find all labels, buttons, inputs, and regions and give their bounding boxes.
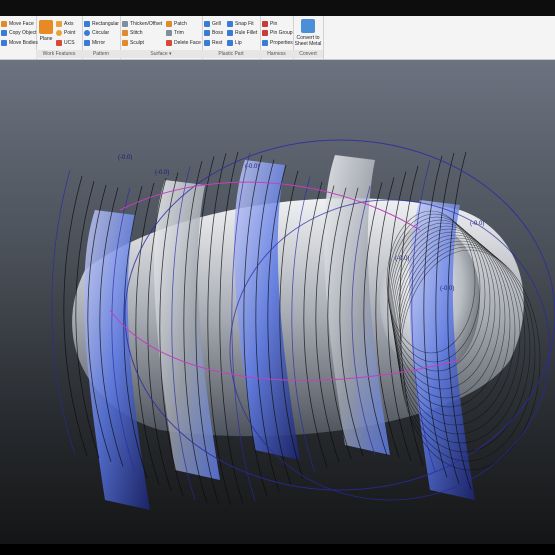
mirror-icon (84, 40, 90, 46)
rule-fillet-icon (227, 30, 233, 36)
lip-icon (227, 40, 233, 46)
properties-icon (262, 40, 268, 46)
rectangular-pattern-button[interactable]: Rectangular (84, 21, 119, 27)
helical-surface-model[interactable]: (-0.0) (-0.0) (-0.0) (-0.0) (-0.0) (-0.0… (0, 60, 555, 544)
pin-group-icon (262, 30, 268, 36)
panel-title-harness: Harness (260, 50, 293, 58)
stitch-button[interactable]: Stitch (122, 30, 143, 36)
annotation-label: (-0.0) (395, 256, 409, 262)
rib-curve (51, 169, 76, 456)
patch-button[interactable]: Patch (166, 21, 187, 27)
panel-title-pattern: Pattern (82, 50, 120, 58)
circular-pattern-icon (84, 30, 90, 36)
ribbon-panel-pattern: Rectangular Circular Mirror Pattern (82, 16, 121, 59)
point-button[interactable]: Point (56, 30, 75, 36)
annotation-label: (-0.0) (245, 164, 259, 170)
stitch-icon (122, 30, 128, 36)
panel-title-work-features: Work Features (36, 50, 82, 58)
copy-object-button[interactable]: Copy Object (1, 30, 37, 36)
properties-button[interactable]: Properties (262, 40, 293, 46)
panel-title-plastic-part: Plastic Part (202, 50, 260, 58)
boss-icon (204, 30, 210, 36)
ribbon-panel-surface: Thicken/Offset Stitch Sculpt Patch Trim … (120, 16, 203, 59)
boss-button[interactable]: Boss (204, 30, 223, 36)
delete-face-icon (166, 40, 172, 46)
point-icon (56, 30, 62, 36)
mirror-button[interactable]: Mirror (84, 40, 105, 46)
annotation-label: (-0.0) (440, 286, 454, 292)
delete-face-button[interactable]: Delete Face (166, 40, 201, 46)
ucs-button[interactable]: UCS (56, 40, 75, 46)
inventor-window: Move Face Copy Object Move Bodies Plane … (0, 0, 555, 555)
thicken-offset-button[interactable]: Thicken/Offset (122, 21, 162, 27)
annotation-label: (-0.0) (155, 170, 169, 176)
grill-icon (204, 21, 210, 27)
ribbon-panel-plastic-part: Grill Boss Rest Snap Fit Rule Fillet Lip… (202, 16, 261, 59)
move-bodies-icon (1, 40, 7, 46)
patch-icon (166, 21, 172, 27)
sculpt-button[interactable]: Sculpt (122, 40, 144, 46)
status-bar (0, 544, 555, 555)
annotation-label: (-0.0) (118, 155, 132, 161)
ribbon: Move Face Copy Object Move Bodies Plane … (0, 16, 555, 60)
thicken-offset-icon (122, 21, 128, 27)
graphics-viewport[interactable]: (-0.0) (-0.0) (-0.0) (-0.0) (-0.0) (-0.0… (0, 60, 555, 544)
lip-button[interactable]: Lip (227, 40, 242, 46)
ribbon-panel-harness: Pin Pin Group Properties Harness (260, 16, 294, 59)
rectangular-pattern-icon (84, 21, 90, 27)
circular-pattern-button[interactable]: Circular (84, 30, 109, 36)
pin-button[interactable]: Pin (262, 21, 277, 27)
axis-icon (56, 21, 62, 27)
annotation-label: (-0.0) (470, 221, 484, 227)
sculpt-icon (122, 40, 128, 46)
rest-icon (204, 40, 210, 46)
trim-button[interactable]: Trim (166, 30, 184, 36)
trim-icon (166, 30, 172, 36)
ribbon-panel-convert: Convert to Sheet Metal Convert (293, 16, 324, 59)
plane-icon (39, 20, 53, 34)
grill-button[interactable]: Grill (204, 21, 221, 27)
ribbon-panel-work-features: Plane Axis Point UCS Work Features (36, 16, 83, 59)
snap-fit-button[interactable]: Snap Fit (227, 21, 254, 27)
ribbon-panel-modify: Move Face Copy Object Move Bodies (0, 16, 38, 59)
move-face-button[interactable]: Move Face (1, 21, 34, 27)
chevron-down-icon: ▾ (169, 51, 172, 57)
move-face-icon (1, 21, 7, 27)
move-bodies-button[interactable]: Move Bodies (1, 40, 38, 46)
title-bar (0, 0, 555, 16)
ucs-icon (56, 40, 62, 46)
panel-title-surface[interactable]: Surface ▾ (120, 50, 202, 58)
convert-to-sheet-metal-button[interactable]: Convert to Sheet Metal (293, 35, 323, 47)
rest-button[interactable]: Rest (204, 40, 222, 46)
rule-fillet-button[interactable]: Rule Fillet (227, 30, 257, 36)
convert-sheet-metal-icon (301, 19, 315, 33)
axis-button[interactable]: Axis (56, 21, 73, 27)
pin-group-button[interactable]: Pin Group (262, 30, 293, 36)
panel-title-convert: Convert (293, 50, 323, 58)
snap-fit-icon (227, 21, 233, 27)
plane-button[interactable]: Plane (36, 36, 56, 42)
pin-icon (262, 21, 268, 27)
copy-object-icon (1, 30, 7, 36)
